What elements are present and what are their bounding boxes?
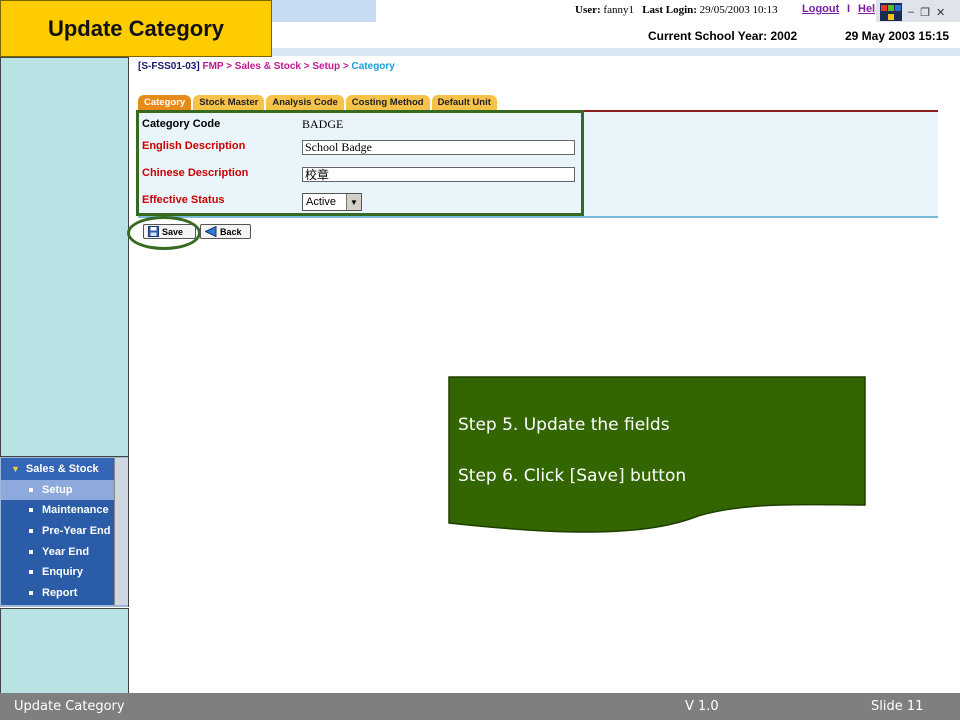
breadcrumb-current: Category — [351, 61, 395, 72]
bullet-icon — [29, 570, 33, 574]
menu-item-label: Year End — [42, 546, 90, 558]
back-arrow-icon — [205, 226, 217, 237]
breadcrumb: [S-FSS01-03] FMP > Sales & Stock > Setup… — [138, 61, 395, 72]
menu-item-label: Setup — [42, 484, 73, 496]
bullet-icon — [29, 550, 33, 554]
menu-item-setup[interactable]: Setup — [1, 480, 114, 500]
close-icon[interactable]: ✕ — [936, 6, 945, 19]
bullet-icon — [29, 529, 33, 533]
window-controls: – ❐ ✕ — [876, 0, 960, 24]
tab-analysis-code[interactable]: Analysis Code — [266, 95, 344, 110]
last-login-value: 29/05/2003 10:13 — [699, 4, 778, 16]
menu-item-label: Pre-Year End — [42, 525, 111, 537]
current-date-time: 29 May 2003 15:15 — [845, 29, 950, 43]
menu-scrollbar[interactable] — [114, 458, 128, 605]
menu-item-maintenance[interactable]: Maintenance — [1, 500, 114, 520]
footer-slide-number: Slide 11 — [871, 699, 924, 714]
windows-logo-icon — [880, 3, 902, 21]
menu-item-year-end[interactable]: Year End — [1, 542, 114, 562]
tab-bar: Category Stock Master Analysis Code Cost… — [138, 95, 497, 110]
menu-list: ▼ Sales & Stock Setup Maintenance Pre-Ye… — [1, 458, 114, 605]
current-school-year: Current School Year: 2002 — [648, 29, 798, 43]
menu-item-enquiry[interactable]: Enquiry — [1, 562, 114, 582]
left-panel-bottom — [0, 608, 129, 697]
expand-triangle-icon: ▼ — [11, 464, 20, 474]
menu-heading-sales-stock[interactable]: ▼ Sales & Stock — [1, 458, 114, 480]
step5-text: Step 5. Update the fields — [458, 415, 670, 435]
breadcrumb-path[interactable]: FMP > Sales & Stock > Setup > — [202, 61, 351, 72]
last-login-label: Last Login: — [642, 4, 697, 16]
sidebar-menu: ▼ Sales & Stock Setup Maintenance Pre-Ye… — [0, 457, 129, 607]
user-info: User: fanny1 Last Login: 29/05/2003 10:1… — [575, 4, 778, 16]
menu-item-label: Maintenance — [42, 504, 109, 516]
step6-text: Step 6. Click [Save] button — [458, 466, 686, 486]
logout-link[interactable]: Logout — [802, 3, 839, 15]
tab-costing-method[interactable]: Costing Method — [345, 95, 430, 110]
back-button-label: Back — [220, 226, 242, 237]
slide-footer: Update Category V 1.0 Slide 11 — [0, 693, 960, 720]
user-value: fanny1 — [603, 4, 634, 16]
form-highlight-box — [136, 110, 584, 216]
menu-heading-label: Sales & Stock — [25, 463, 99, 475]
back-button[interactable]: Back — [200, 224, 251, 239]
menu-item-report[interactable]: Report — [1, 583, 114, 603]
minimize-icon[interactable]: – — [908, 6, 914, 18]
footer-title: Update Category — [14, 699, 125, 714]
header-separator: I — [847, 3, 851, 15]
screen-code: [S-FSS01-03] — [138, 61, 200, 72]
bullet-icon — [29, 591, 33, 595]
user-label: User: — [575, 4, 601, 16]
slide-title: Update Category — [0, 0, 272, 57]
restore-icon[interactable]: ❐ — [920, 6, 930, 19]
footer-version: V 1.0 — [685, 699, 719, 714]
left-panel-top — [0, 57, 129, 457]
bullet-icon — [29, 488, 33, 492]
menu-item-label: Report — [42, 587, 78, 599]
tab-stock-master[interactable]: Stock Master — [193, 95, 265, 110]
save-highlight-ring — [127, 216, 201, 250]
bullet-icon — [29, 508, 33, 512]
tab-category[interactable]: Category — [138, 95, 192, 110]
instruction-callout: Step 5. Update the fields Step 6. Click … — [448, 376, 866, 533]
menu-item-label: Enquiry — [42, 566, 83, 578]
tab-default-unit[interactable]: Default Unit — [431, 95, 497, 110]
menu-item-pre-year-end[interactable]: Pre-Year End — [1, 521, 114, 541]
